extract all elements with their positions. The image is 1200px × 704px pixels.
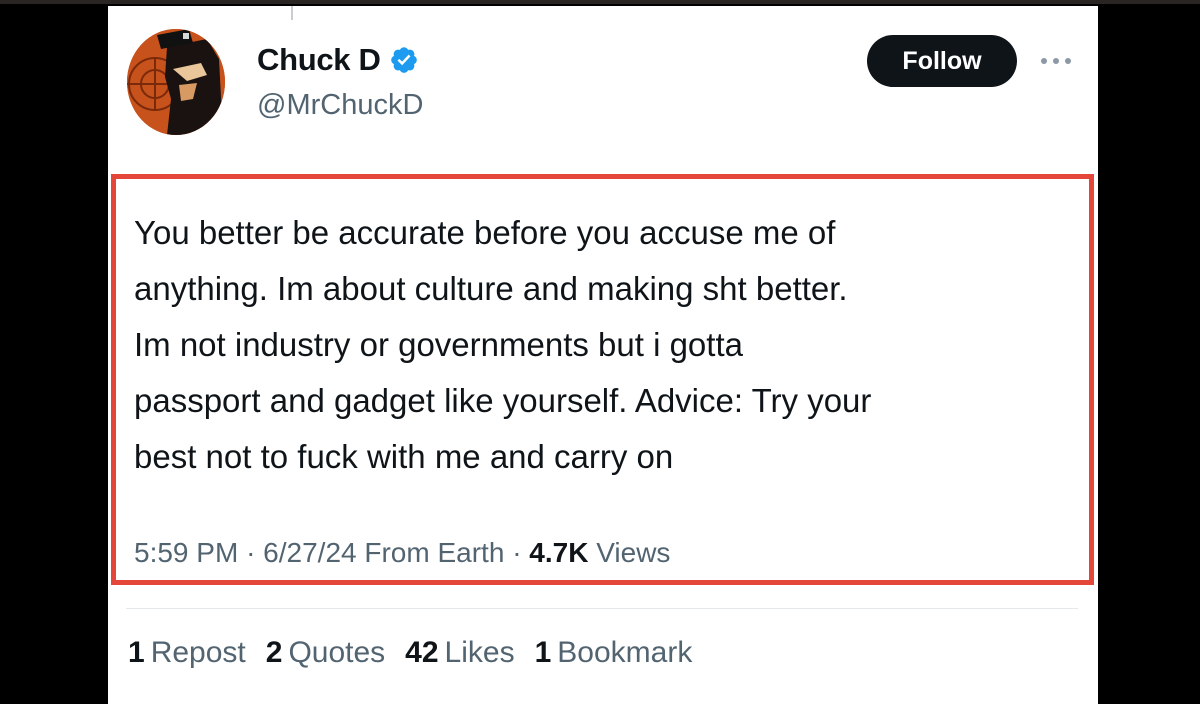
stat-label: Likes <box>444 636 515 669</box>
tweet-time[interactable]: 5:59 PM <box>134 537 238 568</box>
tweet-card: Chuck D @MrChuckD Follow You better be a… <box>108 6 1098 704</box>
tweet-date[interactable]: 6/27/24 <box>263 537 356 568</box>
screenshot-frame: Chuck D @MrChuckD Follow You better be a… <box>0 0 1200 704</box>
stat-label: Repost <box>150 636 246 669</box>
more-horizontal-icon[interactable] <box>1036 46 1076 76</box>
top-border-strip <box>0 0 1200 4</box>
author-name-row: Chuck D <box>257 38 419 82</box>
stat-count: 2 <box>265 636 283 669</box>
views-label: Views <box>596 537 671 568</box>
views-count[interactable]: 4.7K <box>529 537 588 568</box>
author-display-name[interactable]: Chuck D <box>257 42 381 78</box>
tweet-meta: 5:59 PM · 6/27/24 From Earth · 4.7K View… <box>134 537 670 569</box>
meta-separator: · <box>512 537 522 568</box>
stat-likes[interactable]: 42 Likes <box>405 636 514 670</box>
verified-badge-icon <box>389 45 419 75</box>
author-handle[interactable]: @MrChuckD <box>257 89 423 122</box>
stat-label: Bookmark <box>557 636 693 669</box>
stat-quotes[interactable]: 2 Quotes <box>266 636 385 670</box>
tweet-text: You better be accurate before you accuse… <box>134 214 872 475</box>
avatar-image <box>127 29 225 135</box>
meta-separator: · <box>246 537 256 568</box>
tweet-source: From Earth <box>364 537 505 568</box>
highlight-box: You better be accurate before you accuse… <box>111 174 1094 585</box>
follow-button[interactable]: Follow <box>867 35 1017 87</box>
stat-count: 1 <box>128 636 145 669</box>
thread-connector-line <box>291 6 293 20</box>
divider <box>126 608 1078 609</box>
avatar[interactable] <box>127 29 225 135</box>
engagement-stats: 1 Repost 2 Quotes 42 Likes 1 Bookmark <box>128 636 712 670</box>
stat-count: 1 <box>534 636 552 669</box>
stat-label: Quotes <box>288 636 386 669</box>
stat-count: 42 <box>405 636 439 669</box>
stat-reposts[interactable]: 1 Repost <box>128 636 246 670</box>
stat-bookmarks[interactable]: 1 Bookmark <box>535 636 693 670</box>
